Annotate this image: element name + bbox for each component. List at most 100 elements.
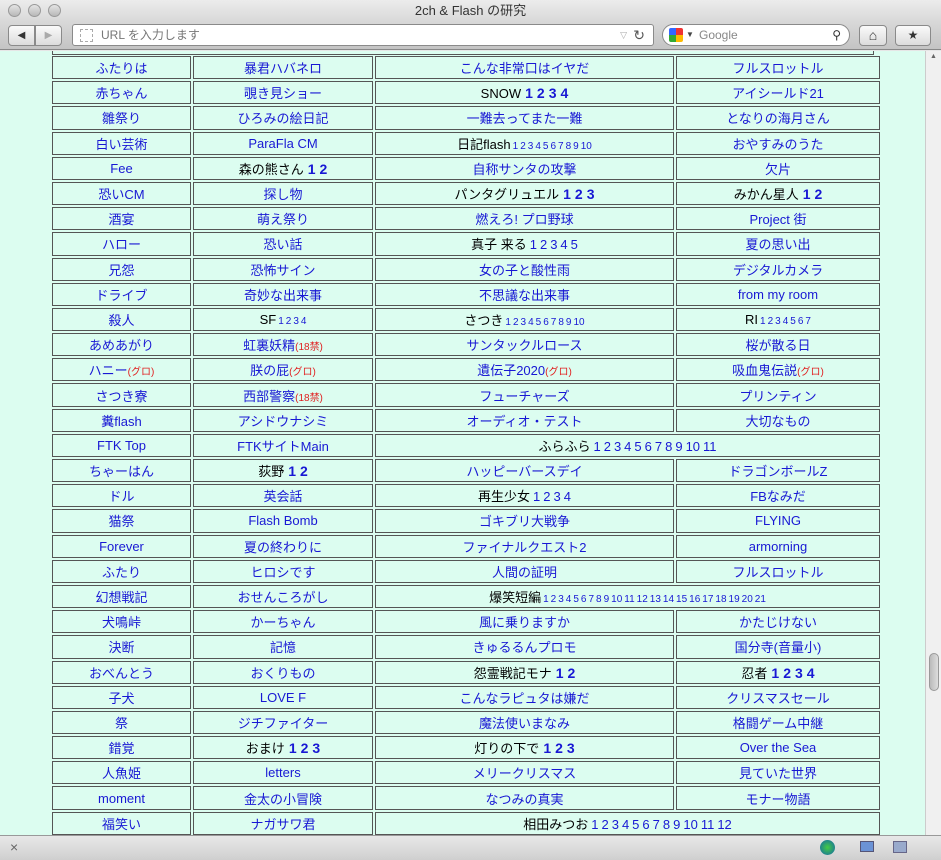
flash-link[interactable]: LOVE F xyxy=(260,690,306,705)
flash-link[interactable]: 桜が散る日 xyxy=(745,338,810,353)
part-link[interactable]: 10 xyxy=(686,439,700,454)
flash-link[interactable]: 一難去ってまた一難 xyxy=(467,111,583,126)
part-link[interactable]: 5 xyxy=(634,439,641,454)
part-link[interactable]: 2 xyxy=(301,740,309,756)
flash-link[interactable]: ジチファイター xyxy=(238,716,328,731)
flash-link[interactable]: 女の子と酸性雨 xyxy=(479,263,570,278)
part-link[interactable]: 9 xyxy=(566,317,572,328)
flash-link[interactable]: ファイナルクエスト2 xyxy=(463,540,587,555)
part-link[interactable]: 5 xyxy=(543,141,549,152)
flash-link[interactable]: ナガサワ君 xyxy=(250,817,315,832)
flash-link[interactable]: 恐怖サイン xyxy=(250,263,315,278)
part-link[interactable]: 3 xyxy=(612,817,619,832)
part-link[interactable]: 1 xyxy=(591,817,598,832)
part-link[interactable]: 21 xyxy=(755,594,766,605)
flash-link[interactable]: ハッピーバースデイ xyxy=(466,464,582,479)
flash-link[interactable]: おべんとう xyxy=(89,666,154,681)
part-link[interactable]: 4 xyxy=(622,817,629,832)
part-link[interactable]: 3 xyxy=(775,316,781,327)
flash-link[interactable]: 決断 xyxy=(108,640,134,655)
flash-link[interactable]: 錯覚 xyxy=(108,741,134,756)
monitor-icon[interactable] xyxy=(860,841,874,852)
flash-link[interactable]: 虹裏妖精 xyxy=(243,338,295,353)
zoom-window-button[interactable] xyxy=(48,4,61,17)
flash-link[interactable]: きゅるるんプロモ xyxy=(472,640,576,655)
part-link[interactable]: 2 xyxy=(540,237,547,252)
part-link[interactable]: 16 xyxy=(689,594,700,605)
part-link[interactable]: 12 xyxy=(637,594,648,605)
flash-link[interactable]: フルスロットル xyxy=(732,61,823,76)
flash-link[interactable]: 酒宴 xyxy=(108,212,134,227)
part-link[interactable]: 8 xyxy=(558,317,564,328)
part-link[interactable]: 1 xyxy=(543,740,551,756)
part-link[interactable]: 1 xyxy=(533,489,540,504)
part-link[interactable]: 2 xyxy=(568,665,576,681)
flash-link[interactable]: ちゃーはん xyxy=(89,464,154,479)
part-link[interactable]: 1 xyxy=(525,85,533,101)
disk-icon[interactable] xyxy=(893,841,907,853)
part-link[interactable]: 4 xyxy=(301,316,307,327)
flash-link[interactable]: アイシールド21 xyxy=(732,86,824,101)
part-link[interactable]: 2 xyxy=(815,186,823,202)
part-link[interactable]: 1 xyxy=(543,594,549,605)
part-link[interactable]: 3 xyxy=(312,740,320,756)
search-input[interactable]: ▼ Google ⚲ xyxy=(662,24,850,46)
flash-link[interactable]: 人間の証明 xyxy=(492,565,557,580)
part-link[interactable]: 2 xyxy=(513,317,519,328)
part-link[interactable]: 1 xyxy=(556,665,564,681)
flash-link[interactable]: 夏の思い出 xyxy=(745,237,810,252)
part-link[interactable]: 1 xyxy=(288,463,296,479)
flash-link[interactable]: ドライブ xyxy=(95,288,147,303)
part-link[interactable]: 2 xyxy=(604,439,611,454)
flash-link[interactable]: ParaFla CM xyxy=(248,136,317,151)
flash-link[interactable]: おせんころがし xyxy=(237,590,328,605)
flash-link[interactable]: フューチャーズ xyxy=(479,389,569,404)
part-link[interactable]: 4 xyxy=(528,317,534,328)
flash-link[interactable]: 萌え祭り xyxy=(257,212,309,227)
flash-link[interactable]: 祭 xyxy=(115,716,128,731)
part-link[interactable]: 1 xyxy=(289,740,297,756)
part-link[interactable]: 3 xyxy=(528,141,534,152)
search-icon[interactable]: ⚲ xyxy=(832,25,841,45)
flash-link[interactable]: ドラゴンボールZ xyxy=(729,464,828,479)
part-link[interactable]: 4 xyxy=(560,237,567,252)
flash-link[interactable]: 風に乗りますか xyxy=(479,615,570,630)
dropdown-icon[interactable]: ▽ xyxy=(620,25,627,45)
flash-link[interactable]: プリンティン xyxy=(739,389,816,404)
part-link[interactable]: 8 xyxy=(665,439,672,454)
back-button[interactable]: ◀ xyxy=(8,25,35,46)
flash-link[interactable]: オーディオ・テスト xyxy=(466,414,582,429)
part-link[interactable]: 2 xyxy=(783,665,791,681)
flash-link[interactable]: 兄怨 xyxy=(108,263,134,278)
flash-link[interactable]: フルスロットル xyxy=(732,565,823,580)
flash-link[interactable]: Fee xyxy=(110,161,132,176)
flash-link[interactable]: 恐いCM xyxy=(98,187,144,202)
flash-link[interactable]: さつき寮 xyxy=(95,389,147,404)
part-link[interactable]: 19 xyxy=(729,594,740,605)
part-link[interactable]: 1 xyxy=(278,316,284,327)
part-link[interactable]: 4 xyxy=(566,594,572,605)
flash-link[interactable]: ヒロシです xyxy=(250,565,315,580)
part-link[interactable]: 7 xyxy=(653,817,660,832)
flash-link[interactable]: 大切なもの xyxy=(745,414,810,429)
flash-link[interactable]: 猫祭 xyxy=(108,514,134,529)
part-link[interactable]: 1 xyxy=(771,665,779,681)
part-link[interactable]: 10 xyxy=(611,594,622,605)
part-link[interactable]: 8 xyxy=(663,817,670,832)
flash-link[interactable]: ハニー xyxy=(89,363,128,378)
flash-link[interactable]: こんなラピュタは嫌だ xyxy=(459,691,589,706)
flash-link[interactable]: 燃えろ! プロ野球 xyxy=(475,212,573,227)
close-window-button[interactable] xyxy=(8,4,21,17)
part-link[interactable]: 2 xyxy=(555,740,563,756)
flash-link[interactable]: FBなみだ xyxy=(750,489,806,504)
flash-link[interactable]: かーちゃん xyxy=(250,615,315,630)
flash-link[interactable]: 暴君ハバネロ xyxy=(244,61,322,76)
part-link[interactable]: 9 xyxy=(604,594,610,605)
part-link[interactable]: 3 xyxy=(558,594,564,605)
part-link[interactable]: 3 xyxy=(614,439,621,454)
part-link[interactable]: 7 xyxy=(805,316,811,327)
part-link[interactable]: 5 xyxy=(573,594,579,605)
part-link[interactable]: 6 xyxy=(581,594,587,605)
part-link[interactable]: 1 xyxy=(308,161,316,177)
part-link[interactable]: 13 xyxy=(650,594,661,605)
